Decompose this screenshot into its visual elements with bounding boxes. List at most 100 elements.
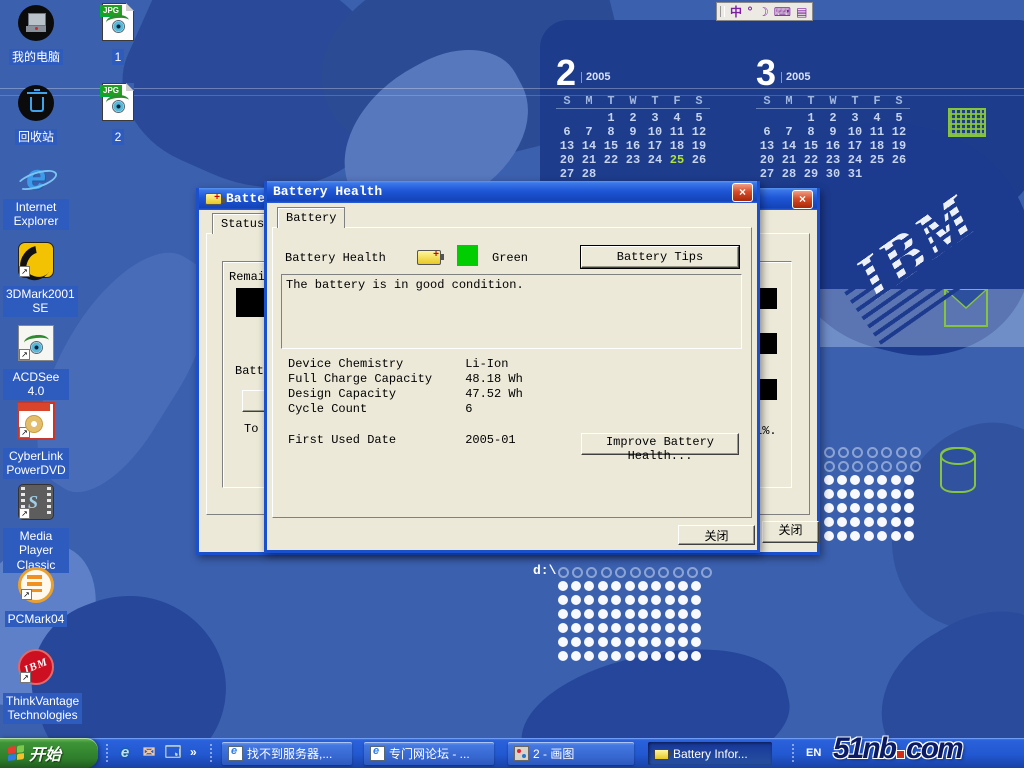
taskbar-button-server-not-found[interactable]: 找不到服务器,...	[222, 742, 352, 765]
ime-width-toggle-icon[interactable]: °	[747, 4, 753, 20]
icon-label: 我的电脑	[9, 49, 63, 65]
wallpaper-dot	[625, 581, 635, 591]
wallpaper-dot	[838, 447, 849, 458]
wallpaper-dot	[598, 581, 608, 591]
icon-label: 回收站	[15, 129, 57, 145]
desktop-icon-powerdvd[interactable]: CyberLink PowerDVD	[3, 402, 69, 479]
wallpaper-dot	[615, 567, 626, 578]
improve-battery-health-button[interactable]: Improve Battery Health...	[581, 433, 739, 455]
desktop-icon-thinkvantage[interactable]: IBM ThinkVantage Technologies	[3, 649, 69, 724]
taskbar-separator	[106, 744, 108, 762]
tab-battery[interactable]: Battery	[277, 207, 345, 228]
info-label: Device Chemistry	[288, 357, 458, 371]
wallpaper-dot	[910, 461, 921, 472]
info-row: Device Chemistry Li-Ion	[288, 357, 743, 371]
close-button[interactable]: ×	[792, 190, 813, 209]
desktop-icon-3dmark2001[interactable]: 3DMark2001 SE	[3, 242, 69, 317]
desktop-icon-internet-explorer[interactable]: e Internet Explorer	[3, 160, 69, 230]
calendar-day	[688, 167, 710, 181]
desktop: IBM d:\ 2 2005 SMTWTFS123456789101112131…	[0, 0, 1024, 768]
wallpaper-dot	[651, 595, 661, 605]
acdsee-icon	[18, 325, 54, 361]
wallpaper-dot	[678, 595, 688, 605]
ime-chinese-icon[interactable]: 中	[730, 4, 742, 20]
health-status-text: Green	[492, 251, 528, 265]
calendar-day: 13	[756, 139, 778, 153]
ime-menu-icon[interactable]: ▤	[796, 4, 807, 20]
taskbar-button-forum[interactable]: 专门网论坛 - ...	[364, 742, 494, 765]
remaining-label-fragment: Remai	[229, 270, 265, 284]
wallpaper-dot	[665, 637, 675, 647]
calendar-day: 2	[822, 111, 844, 125]
wallpaper-dot	[584, 651, 594, 661]
condition-text-box: The battery is in good condition.	[281, 274, 742, 349]
desktop-icon-jpg-1[interactable]: JPG 1	[85, 3, 151, 66]
calendar-day: 5	[688, 111, 710, 125]
wallpaper-dot	[678, 581, 688, 591]
start-button[interactable]: 开始	[0, 738, 98, 768]
shortcut-arrow-icon	[19, 508, 30, 519]
desktop-icon-media-player-classic[interactable]: S Media Player Classic	[3, 484, 69, 574]
internet-explorer-icon: e	[18, 160, 54, 196]
calendar-day	[622, 167, 644, 181]
battery-tips-button[interactable]: Battery Tips	[581, 246, 739, 268]
quicklaunch-mail-icon[interactable]: ✉	[140, 743, 158, 763]
calendar-day-header: F	[666, 94, 688, 109]
quicklaunch-ie-icon[interactable]: e	[116, 743, 134, 763]
wallpaper-dot	[584, 623, 594, 633]
desktop-icon-pcmark04[interactable]: PCMark04	[3, 567, 69, 628]
calendar-day: 15	[800, 139, 822, 153]
desktop-icon-recycle-bin[interactable]: 回收站	[3, 85, 69, 146]
wallpaper-dot	[611, 651, 621, 661]
wallpaper-dot	[891, 475, 901, 485]
wallpaper-dot	[571, 609, 581, 619]
ime-keyboard-icon[interactable]: ⌨	[774, 4, 791, 20]
taskbar-separator	[792, 744, 794, 762]
language-indicator[interactable]: EN	[806, 747, 821, 759]
ime-grip[interactable]	[720, 6, 725, 17]
wallpaper-dot	[837, 475, 847, 485]
wallpaper-dot	[558, 637, 568, 647]
wallpaper-dot	[877, 475, 887, 485]
taskbar-button-paint[interactable]: 2 - 画图	[508, 742, 634, 765]
wallpaper-dot	[598, 651, 608, 661]
close-button[interactable]: ×	[732, 183, 753, 202]
taskbar-button-battery-information[interactable]: Battery Infor...	[648, 742, 772, 765]
battery-health-titlebar[interactable]: Battery Health	[267, 181, 757, 203]
calendar-day: 2	[622, 111, 644, 125]
3dmark-icon	[18, 242, 54, 278]
ime-punctuation-icon[interactable]: ☽	[758, 4, 769, 20]
wallpaper-dot	[586, 567, 597, 578]
wallpaper-dot	[598, 623, 608, 633]
paint-icon	[514, 746, 529, 761]
quicklaunch-chevron[interactable]: »	[190, 742, 197, 762]
calendar-day: 8	[600, 125, 622, 139]
wallpaper-dot	[691, 581, 701, 591]
wallpaper-dot	[864, 503, 874, 513]
watermark-dot	[897, 751, 904, 758]
wallpaper-dot	[665, 595, 675, 605]
wallpaper-dot	[824, 503, 834, 513]
wallpaper-dot	[881, 461, 892, 472]
desktop-icon-my-computer[interactable]: 我的电脑	[3, 5, 69, 66]
desktop-icon-jpg-2[interactable]: JPG 2	[85, 83, 151, 146]
wallpaper-dot	[891, 531, 901, 541]
quicklaunch-show-desktop-icon[interactable]: 🗔	[164, 743, 182, 763]
wallpaper-dot	[867, 461, 878, 472]
wallpaper-dot	[651, 651, 661, 661]
calendar-day: 28	[778, 167, 800, 181]
shortcut-arrow-icon	[19, 349, 30, 360]
calendar-day	[644, 167, 666, 181]
close-window-button[interactable]: 关闭	[762, 521, 819, 543]
start-label: 开始	[29, 741, 61, 765]
calendar-day: 10	[644, 125, 666, 139]
ime-language-bar[interactable]: 中 ° ☽ ⌨ ▤	[716, 2, 813, 21]
close-dialog-button[interactable]: 关闭	[678, 525, 755, 545]
calendar-day-header: S	[688, 94, 710, 109]
desktop-icon-acdsee[interactable]: ACDSee 4.0	[3, 325, 69, 400]
calendar-day-header: T	[644, 94, 666, 109]
wallpaper-dot	[837, 489, 847, 499]
calendar-day: 17	[644, 139, 666, 153]
jpg-thumbnail-icon: JPG	[102, 3, 134, 41]
icon-label: 1	[112, 49, 125, 65]
